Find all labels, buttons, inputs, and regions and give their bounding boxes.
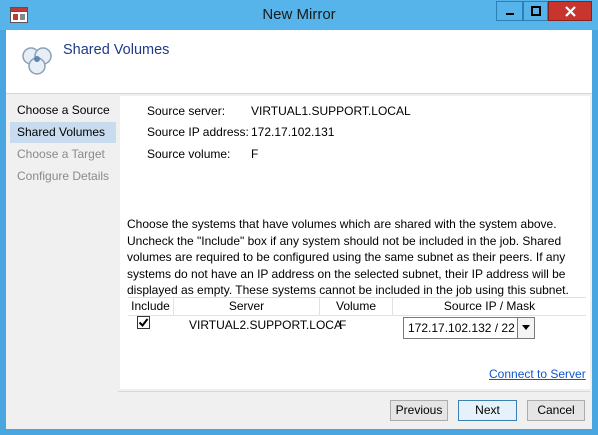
nav-item-shared-volumes[interactable]: Shared Volumes — [10, 122, 116, 143]
instructions-text: Choose the systems that have volumes whi… — [127, 217, 569, 297]
dialog-client: Shared Volumes Choose a Source Shared Vo… — [6, 30, 592, 429]
shared-volumes-icon — [22, 47, 52, 75]
checkmark-icon — [138, 318, 149, 328]
next-button[interactable]: Next — [458, 400, 517, 421]
nav-item-configure-details: Configure Details — [17, 169, 110, 183]
row-volume-cell: F — [339, 318, 347, 332]
column-header-volume[interactable]: Volume — [320, 298, 393, 316]
close-icon — [564, 5, 576, 17]
footer-divider — [118, 391, 590, 392]
nav-item-choose-target: Choose a Target — [17, 147, 105, 161]
row-server-cell: VIRTUAL2.SUPPORT.LOCA — [189, 318, 342, 332]
maximize-icon — [530, 6, 541, 16]
dropdown-button[interactable] — [517, 318, 534, 338]
chevron-down-icon — [522, 325, 530, 330]
close-button[interactable] — [548, 1, 592, 21]
column-header-include[interactable]: Include — [128, 298, 174, 316]
header-divider — [6, 93, 592, 94]
source-volume-value: F — [251, 147, 259, 161]
source-server-label: Source server: — [147, 104, 226, 118]
include-checkbox[interactable] — [137, 316, 150, 329]
connect-to-server-link[interactable]: Connect to Server — [489, 367, 586, 381]
source-ip-mask-selected: 172.17.102.132 / 22 — [408, 321, 515, 335]
new-mirror-window: New Mirror Shared Volumes Choose a Sourc… — [0, 0, 598, 435]
source-volume-label: Source volume: — [147, 147, 231, 161]
source-ip-mask-dropdown[interactable]: 172.17.102.132 / 22 — [403, 317, 535, 339]
content-panel: Source server: VIRTUAL1.SUPPORT.LOCAL So… — [120, 96, 590, 389]
source-ip-value: 172.17.102.131 — [251, 125, 335, 139]
maximize-button[interactable] — [523, 1, 548, 21]
page-header: Shared Volumes — [6, 30, 592, 93]
previous-button[interactable]: Previous — [390, 400, 448, 421]
source-server-value: VIRTUAL1.SUPPORT.LOCAL — [251, 104, 411, 118]
minimize-button[interactable] — [496, 1, 523, 21]
nav-item-choose-source[interactable]: Choose a Source — [10, 100, 116, 121]
column-header-server[interactable]: Server — [174, 298, 320, 316]
title-bar[interactable]: New Mirror — [0, 0, 598, 30]
minimize-icon — [505, 13, 514, 15]
source-ip-label: Source IP address: — [147, 125, 249, 139]
page-title: Shared Volumes — [63, 42, 170, 58]
column-header-source-ip-mask[interactable]: Source IP / Mask — [393, 298, 586, 316]
cancel-button[interactable]: Cancel — [527, 400, 585, 421]
